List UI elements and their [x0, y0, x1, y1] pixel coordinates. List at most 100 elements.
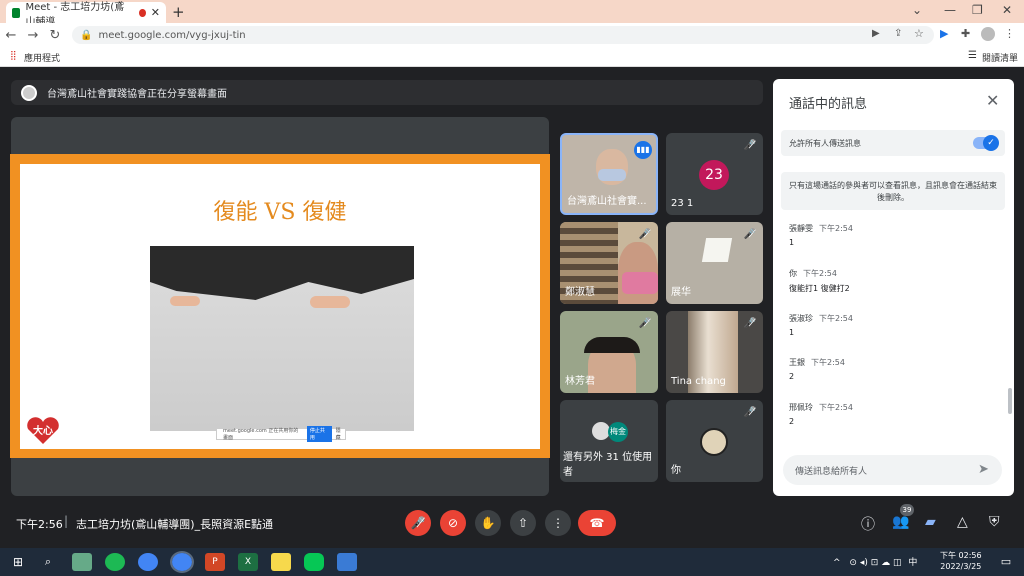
- taskbar-clock[interactable]: 下午 02:56 2022/3/25: [940, 550, 982, 572]
- extensions-icon[interactable]: ✚: [961, 27, 970, 40]
- speaking-indicator-icon: ▮▮▮: [634, 141, 652, 159]
- tray-icons: ⊙ ◂) ⊡ ☁ ◫: [849, 558, 902, 568]
- start-icon[interactable]: ⊞: [8, 553, 28, 571]
- message-time: 下午2:54: [803, 269, 837, 278]
- bookmarks-bar: ⣿ 應用程式 ☰ 閱讀清單: [0, 47, 1024, 67]
- present-button[interactable]: ⇧: [510, 510, 536, 536]
- browser-tab[interactable]: Meet - 志工培力坊(鳶山輔導 ✕: [6, 2, 166, 28]
- message-sender: 你: [789, 269, 797, 278]
- message-sender: 張靜雯: [789, 224, 813, 233]
- allow-messages-toggle[interactable]: ✓: [973, 135, 999, 151]
- share-banner: 台灣鳶山社會實踐協會正在分享螢幕畫面: [11, 80, 763, 105]
- allow-messages-label: 允許所有人傳送訊息: [789, 138, 861, 148]
- meeting-details-icon[interactable]: ⓘ: [861, 514, 875, 534]
- message-sender: 邢佩玲: [789, 403, 813, 412]
- lock-icon: 🔒: [80, 29, 93, 41]
- camera-icon[interactable]: ▶: [872, 28, 880, 39]
- camera-toggle-button[interactable]: ⊘: [440, 510, 466, 536]
- line-icon[interactable]: [304, 553, 324, 571]
- participant-tile[interactable]: 23 🎤̸ 23 1: [666, 133, 763, 215]
- chat-input[interactable]: 傳送訊息給所有人: [783, 455, 1002, 485]
- bookmark-star-icon[interactable]: ☆: [914, 27, 924, 40]
- minimize-button[interactable]: —: [944, 3, 956, 17]
- apps-grid-icon[interactable]: ⣿: [10, 51, 17, 61]
- chrome-icon[interactable]: [138, 553, 158, 571]
- people-icon[interactable]: 👥: [892, 514, 909, 530]
- mic-off-icon: 🎤̸: [638, 229, 652, 240]
- participant-tile[interactable]: ▮▮▮ 台灣鳶山社會實...: [560, 133, 658, 215]
- chat-notice: 只有這場通話的參與者可以查看訊息，且訊息會在通話結束後刪除。: [781, 172, 1005, 210]
- check-icon: ✓: [983, 135, 999, 151]
- send-icon[interactable]: ➤: [978, 462, 989, 477]
- profile-avatar[interactable]: [981, 27, 995, 41]
- slide-share-notice: meet.google.com 正在共用你的畫面 停止共用 隱藏: [216, 426, 346, 442]
- more-options-button[interactable]: ⋮: [545, 510, 571, 536]
- participant-tile[interactable]: 🎤̸ 展华: [666, 222, 763, 304]
- excel-icon[interactable]: X: [238, 553, 258, 571]
- meeting-name: 志工培力坊(鳶山輔導團)_長照資源E點通: [76, 518, 274, 531]
- participant-video: [584, 337, 640, 353]
- powerpoint-icon[interactable]: P: [205, 553, 225, 571]
- message-text: 復能打1 復健打2: [789, 284, 850, 293]
- activities-icon[interactable]: △: [957, 514, 968, 530]
- self-tile[interactable]: 🎤̸ 你: [666, 400, 763, 482]
- browser-menu-icon[interactable]: ⋮: [1004, 27, 1015, 40]
- participant-tile[interactable]: 🎤̸ Tina chang: [666, 311, 763, 393]
- forward-icon[interactable]: →: [22, 28, 44, 43]
- slide-photo: [150, 246, 414, 431]
- chat-message: 王銀 下午2:54 2: [789, 357, 845, 381]
- reload-icon[interactable]: ↻: [44, 28, 66, 43]
- photos-icon[interactable]: [337, 553, 357, 571]
- chat-message: 邢佩玲 下午2:54 2: [789, 402, 853, 426]
- address-bar[interactable]: 🔒 meet.google.com/vyg-jxuj-tin: [72, 26, 934, 44]
- close-chat-icon[interactable]: ✕: [986, 91, 999, 110]
- slide-hide: 隱藏: [335, 428, 341, 441]
- spotify-icon[interactable]: [105, 553, 125, 571]
- participant-tile[interactable]: 🎤̸ 林芳君: [560, 311, 658, 393]
- message-time: 下午2:54: [819, 403, 853, 412]
- app-icon[interactable]: [72, 553, 92, 571]
- back-icon[interactable]: ←: [0, 28, 22, 43]
- chrome-active-icon[interactable]: [170, 551, 194, 573]
- reading-list-icon[interactable]: ☰: [968, 50, 977, 61]
- close-window-button[interactable]: ✕: [1002, 3, 1012, 17]
- search-icon[interactable]: ⌕: [38, 553, 58, 571]
- slide-share-url: meet.google.com 正在共用你的畫面: [223, 428, 299, 441]
- new-tab-button[interactable]: +: [172, 3, 185, 21]
- share-icon[interactable]: ⇪: [894, 28, 902, 39]
- host-controls-icon[interactable]: ⛨: [989, 514, 1000, 530]
- system-tray[interactable]: ^ ⊙ ◂) ⊡ ☁ ◫ 中: [833, 555, 917, 568]
- close-tab-icon[interactable]: ✕: [151, 6, 160, 19]
- message-time: 下午2:54: [811, 358, 845, 367]
- participant-avatar: 23: [699, 160, 729, 190]
- message-time: 下午2:54: [819, 314, 853, 323]
- reading-list-label[interactable]: 閱讀清單: [982, 51, 1018, 64]
- leave-call-button[interactable]: ☎: [578, 510, 616, 536]
- participant-tile[interactable]: 🎤̸ 鄭淑慧: [560, 222, 658, 304]
- chat-scrollbar[interactable]: [1008, 388, 1012, 414]
- more-participants-tile[interactable]: 梅金 還有另外 31 位使用者: [560, 400, 658, 482]
- mic-toggle-button[interactable]: 🎤̸: [405, 510, 431, 536]
- chat-message: 張淑珍 下午2:54 1: [789, 313, 853, 337]
- notifications-icon[interactable]: ▭: [996, 553, 1016, 571]
- clock-date: 2022/3/25: [940, 562, 982, 571]
- raise-hand-button[interactable]: ✋: [475, 510, 501, 536]
- mic-off-icon: 🎤̸: [743, 140, 757, 151]
- participant-video: [598, 169, 626, 181]
- tab-search-icon[interactable]: ⌄: [912, 3, 922, 17]
- photo-foot: [310, 296, 350, 308]
- share-banner-text: 台灣鳶山社會實踐協會正在分享螢幕畫面: [47, 89, 227, 100]
- chat-message: 你下午2:54 復能打1 復健打2: [789, 268, 850, 294]
- slide-stop-share: 停止共用: [306, 426, 332, 442]
- chat-icon[interactable]: ▰: [925, 514, 936, 530]
- apps-bookmark[interactable]: 應用程式: [24, 51, 60, 64]
- sticky-notes-icon[interactable]: [271, 553, 291, 571]
- maximize-button[interactable]: ❐: [972, 3, 983, 17]
- message-text: 2: [789, 417, 795, 426]
- recording-dot-icon: [139, 8, 146, 17]
- ime-indicator[interactable]: 中: [908, 558, 917, 568]
- participant-video: [701, 238, 733, 262]
- tray-chevron-icon[interactable]: ^: [833, 558, 841, 568]
- cast-extension-icon[interactable]: ▶: [940, 27, 948, 40]
- participant-name: 展华: [671, 287, 691, 298]
